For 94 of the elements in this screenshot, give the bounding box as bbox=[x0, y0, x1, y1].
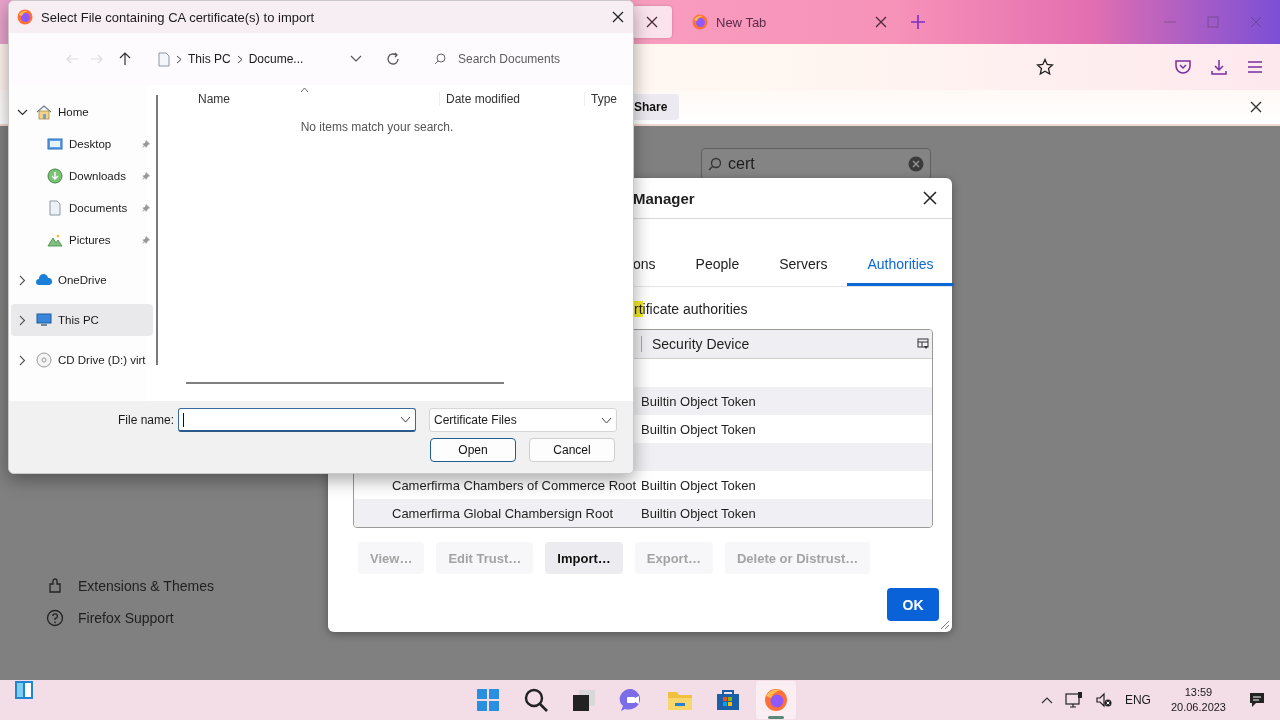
sidebar-link[interactable]: Extensions & Themes bbox=[78, 578, 214, 594]
nav-item[interactable]: Home bbox=[11, 96, 153, 128]
dialog-button[interactable]: Import… bbox=[545, 542, 623, 574]
search-icon bbox=[708, 157, 722, 171]
search-icon bbox=[523, 687, 549, 713]
window-title: Select File containing CA certificate(s) to import bbox=[41, 9, 316, 25]
nav-item[interactable]: Desktop bbox=[11, 128, 153, 160]
help-icon bbox=[46, 609, 64, 627]
column-header[interactable]: Name bbox=[165, 92, 300, 106]
empty-message: No items match your search. bbox=[299, 120, 455, 134]
nav-item[interactable]: CD Drive (D:) virt bbox=[11, 344, 153, 376]
chevron-down-icon bbox=[400, 416, 411, 423]
task-view-icon bbox=[571, 687, 597, 713]
network-icon[interactable] bbox=[1064, 691, 1083, 709]
disc-icon bbox=[36, 352, 52, 368]
nav-item[interactable]: This PC bbox=[11, 304, 153, 336]
nav-item[interactable]: Documents bbox=[11, 192, 153, 224]
clear-icon[interactable] bbox=[908, 156, 924, 172]
chevron-down-icon bbox=[601, 416, 612, 424]
chevron-down-icon[interactable] bbox=[350, 55, 362, 63]
sort-caret-icon bbox=[300, 87, 309, 93]
firefox-icon bbox=[763, 687, 789, 713]
document-icon bbox=[47, 200, 63, 216]
column-header[interactable]: Type bbox=[584, 92, 617, 106]
chevron-right-icon[interactable] bbox=[17, 354, 28, 366]
share-button[interactable]: Share bbox=[632, 94, 680, 120]
chevron-right-icon[interactable] bbox=[17, 274, 28, 286]
scrollbar[interactable] bbox=[186, 382, 504, 384]
column-picker-icon[interactable] bbox=[917, 338, 929, 350]
resize-grip-icon bbox=[940, 620, 950, 630]
puzzle-icon bbox=[46, 577, 64, 595]
file-type-dropdown[interactable]: Certificate Files bbox=[429, 408, 617, 432]
plus-icon[interactable] bbox=[910, 14, 926, 30]
chevron-right-icon bbox=[176, 54, 182, 64]
start-icon bbox=[475, 687, 501, 713]
computer-icon bbox=[36, 312, 52, 328]
close-icon[interactable] bbox=[874, 15, 888, 29]
nav-item[interactable]: OneDrive bbox=[11, 264, 153, 296]
home-icon bbox=[36, 104, 52, 120]
breadcrumb-item[interactable]: Docume... bbox=[248, 52, 304, 66]
tab[interactable]: ons bbox=[633, 247, 676, 286]
widgets-icon[interactable] bbox=[14, 680, 34, 700]
image-icon bbox=[47, 232, 63, 248]
up-arrow-icon[interactable] bbox=[118, 52, 132, 66]
table-cell: Builtin Object Token bbox=[641, 393, 756, 409]
nav-item[interactable]: Pictures bbox=[11, 224, 153, 256]
chevron-right-icon[interactable] bbox=[17, 314, 28, 326]
browser-tab[interactable]: New Tab bbox=[680, 6, 900, 38]
tab[interactable]: Servers bbox=[759, 247, 848, 286]
cloud-icon bbox=[36, 272, 52, 288]
tab[interactable]: Authorities bbox=[847, 247, 954, 286]
close-icon[interactable] bbox=[922, 190, 938, 206]
document-icon bbox=[158, 51, 170, 67]
chevron-up-icon[interactable] bbox=[1040, 696, 1053, 704]
close-icon[interactable] bbox=[1249, 100, 1263, 114]
search-icon bbox=[434, 53, 446, 65]
table-cell: Builtin Object Token bbox=[641, 477, 756, 493]
speaker-muted-icon[interactable] bbox=[1094, 691, 1113, 709]
pocket-icon[interactable] bbox=[1174, 58, 1192, 76]
tab[interactable]: People bbox=[675, 247, 760, 286]
clock-time[interactable]: 13:59 bbox=[1184, 685, 1213, 700]
sidebar-link[interactable]: Firefox Support bbox=[78, 610, 174, 626]
ok-button[interactable]: OK bbox=[887, 588, 939, 621]
search-field[interactable]: Search Documents bbox=[430, 44, 624, 74]
notification-icon[interactable] bbox=[1248, 691, 1266, 709]
dialog-button[interactable]: Cancel bbox=[529, 438, 615, 462]
monitor-icon bbox=[47, 136, 63, 152]
menu-icon[interactable] bbox=[1247, 59, 1263, 75]
table-cell: Builtin Object Token bbox=[641, 505, 756, 521]
breadcrumb-item[interactable]: This PC bbox=[188, 52, 231, 66]
language-indicator[interactable]: ENG bbox=[1124, 693, 1151, 707]
table-cell-text: Camerfirma Chambers of Commerce Root bbox=[391, 477, 638, 493]
table-row[interactable]: Camerfirma Chambers of Commerce Root Builtin Object Token bbox=[354, 471, 932, 499]
field-label: File name: bbox=[117, 413, 174, 427]
nav-item[interactable]: Downloads bbox=[11, 160, 153, 192]
close-icon[interactable] bbox=[645, 15, 659, 29]
search-field[interactable]: cert bbox=[701, 148, 931, 180]
column-header: Security Device bbox=[641, 336, 917, 352]
star-icon[interactable] bbox=[1036, 58, 1054, 76]
firefox-icon bbox=[692, 14, 708, 30]
dialog-button[interactable]: Open bbox=[430, 438, 516, 462]
firefox-icon bbox=[17, 9, 33, 25]
store-icon bbox=[715, 687, 741, 713]
chevron-right-icon bbox=[236, 54, 243, 64]
column-header[interactable]: Date modified bbox=[439, 92, 584, 106]
download-icon bbox=[47, 168, 63, 184]
dialog-title: Manager bbox=[633, 189, 696, 207]
refresh-icon[interactable] bbox=[386, 52, 400, 66]
table-row[interactable]: Camerfirma Global Chambersign Root Builtin Object Token bbox=[354, 499, 932, 527]
table-cell-text: Camerfirma Global Chambersign Root bbox=[391, 505, 615, 521]
clock-date[interactable]: 20.06.2023 bbox=[1170, 700, 1226, 715]
close-icon[interactable] bbox=[611, 10, 625, 24]
file-name-field[interactable] bbox=[178, 408, 416, 432]
download-icon[interactable] bbox=[1210, 58, 1228, 76]
